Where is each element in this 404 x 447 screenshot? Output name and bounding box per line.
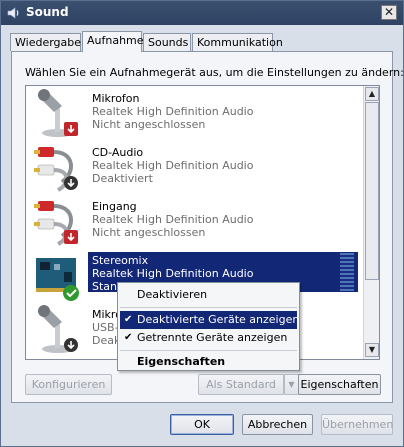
title-bar: Sound ✕	[1, 1, 403, 25]
scroll-thumb[interactable]	[365, 102, 379, 280]
apply-button[interactable]: Übernehmen	[321, 414, 393, 435]
set-default-button[interactable]: Als Standard	[198, 374, 284, 395]
ok-button[interactable]: OK	[170, 414, 234, 435]
device-item-mikrofon[interactable]: Mikrofon Realtek High Definition Audio N…	[26, 88, 364, 142]
menu-item-deaktivieren[interactable]: Deaktivieren	[120, 286, 297, 304]
microphone-icon	[38, 305, 78, 353]
chevron-down-icon[interactable]: ▼	[284, 374, 299, 395]
device-name: CD-Audio	[92, 146, 144, 159]
device-item-cd-audio[interactable]: CD-Audio Realtek High Definition Audio D…	[26, 142, 364, 196]
device-status: Deaktiviert	[92, 172, 153, 185]
close-button[interactable]: ✕	[381, 5, 397, 20]
menu-item-show-disconnected-devices[interactable]: ✔ Getrennte Geräte anzeigen	[120, 329, 297, 347]
rca-cable-icon	[34, 201, 78, 246]
device-name: Stereomix	[92, 254, 149, 267]
menu-separator	[120, 307, 297, 308]
microphone-icon	[38, 89, 78, 137]
tab-sounds[interactable]: Sounds	[143, 33, 191, 51]
speaker-icon	[7, 7, 19, 19]
scroll-down-icon[interactable]: ▼	[365, 343, 379, 357]
context-menu: Deaktivieren ✔ Deaktivierte Geräte anzei…	[117, 282, 300, 371]
tab-kommunikation[interactable]: Kommunikation	[192, 33, 283, 51]
device-name: Mikrofon	[92, 92, 140, 105]
device-driver: Realtek High Definition Audio	[92, 159, 254, 172]
sound-dialog: Sound ✕ Wiedergabe Aufnahme Sounds Kommu…	[0, 0, 404, 447]
checkmark-icon: ✔	[124, 314, 133, 325]
configure-button[interactable]: Konfigurieren	[25, 374, 112, 395]
device-status: Nicht angeschlossen	[92, 118, 206, 131]
rca-cable-icon	[34, 147, 78, 192]
cancel-button[interactable]: Abbrechen	[242, 414, 313, 435]
checkmark-icon: ✔	[124, 332, 133, 343]
instruction-text: Wählen Sie ein Aufnahmegerät aus, um die…	[25, 66, 404, 79]
device-item-eingang[interactable]: Eingang Realtek High Definition Audio Ni…	[26, 196, 364, 250]
tab-wiedergabe[interactable]: Wiedergabe	[10, 33, 81, 51]
menu-separator	[120, 350, 297, 351]
tab-aufnahme[interactable]: Aufnahme	[82, 31, 144, 52]
level-meter	[340, 253, 354, 291]
device-driver: Realtek High Definition Audio	[92, 213, 254, 226]
sound-card-icon	[36, 258, 79, 301]
device-driver: USB-	[92, 321, 119, 334]
device-driver: Realtek High Definition Audio	[92, 267, 254, 280]
default-check-icon	[63, 285, 79, 301]
properties-button[interactable]: Eigenschaften	[298, 374, 381, 395]
menu-item-properties[interactable]: Eigenschaften	[120, 353, 297, 371]
device-name: Eingang	[92, 200, 137, 213]
window-title: Sound	[26, 5, 69, 19]
device-driver: Realtek High Definition Audio	[92, 105, 254, 118]
scroll-up-icon[interactable]: ▲	[365, 87, 379, 101]
menu-item-show-disabled-devices[interactable]: ✔ Deaktivierte Geräte anzeigen	[120, 311, 299, 329]
list-scrollbar[interactable]: ▲ ▼	[363, 86, 379, 359]
device-status: Nicht angeschlossen	[92, 226, 206, 239]
